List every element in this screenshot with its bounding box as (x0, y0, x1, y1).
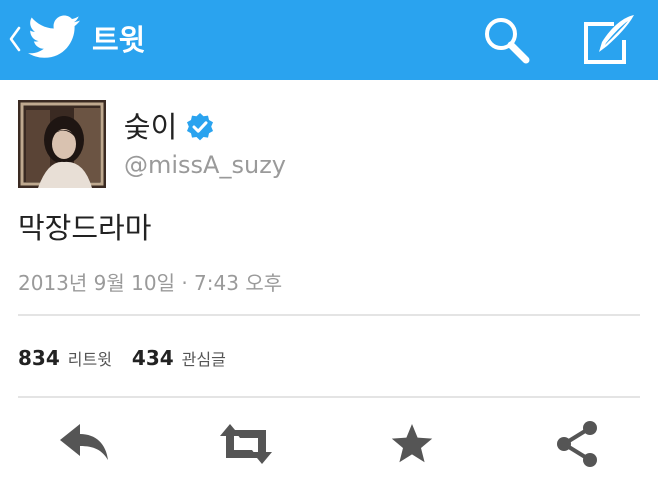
display-name[interactable]: 숮이 (124, 108, 177, 146)
avatar[interactable] (18, 100, 106, 188)
tweet-text: 막장드라마 (18, 211, 152, 245)
avatar-image (18, 100, 106, 188)
action-bar: 트윗 (0, 0, 658, 80)
back-button[interactable]: 트윗 (0, 0, 160, 80)
reply-icon[interactable] (56, 418, 112, 470)
chevron-left-icon (9, 26, 21, 52)
favorite-count: 434 (131, 346, 174, 370)
retweet-icon[interactable] (218, 418, 274, 470)
favorite-label: 관심글 (181, 350, 226, 369)
share-icon[interactable] (550, 418, 606, 470)
retweet-label: 리트윗 (67, 350, 112, 369)
retweet-count: 834 (18, 346, 60, 370)
compose-icon[interactable] (578, 12, 638, 68)
retweet-stat[interactable]: 834 리트윗 (18, 342, 112, 376)
twitter-bird-icon (28, 15, 80, 58)
page-title: 트윗 (92, 23, 146, 57)
tweet-timestamp: 2013년 9월 10일 · 7:43 오후 (18, 271, 283, 295)
tweet-stats: 834 리트윗 434 관심글 (18, 342, 226, 374)
divider (18, 396, 640, 398)
favorite-stat[interactable]: 434 관심글 (132, 342, 226, 376)
verified-badge-icon (187, 113, 213, 141)
tweet-detail-screen: 트윗 숮이 @missA_suzy 막장드라마 2013년 9월 10일 · 7… (0, 0, 658, 480)
user-handle[interactable]: @missA_suzy (124, 148, 286, 182)
star-icon[interactable] (384, 418, 440, 470)
divider (18, 314, 640, 316)
search-icon[interactable] (480, 14, 534, 66)
